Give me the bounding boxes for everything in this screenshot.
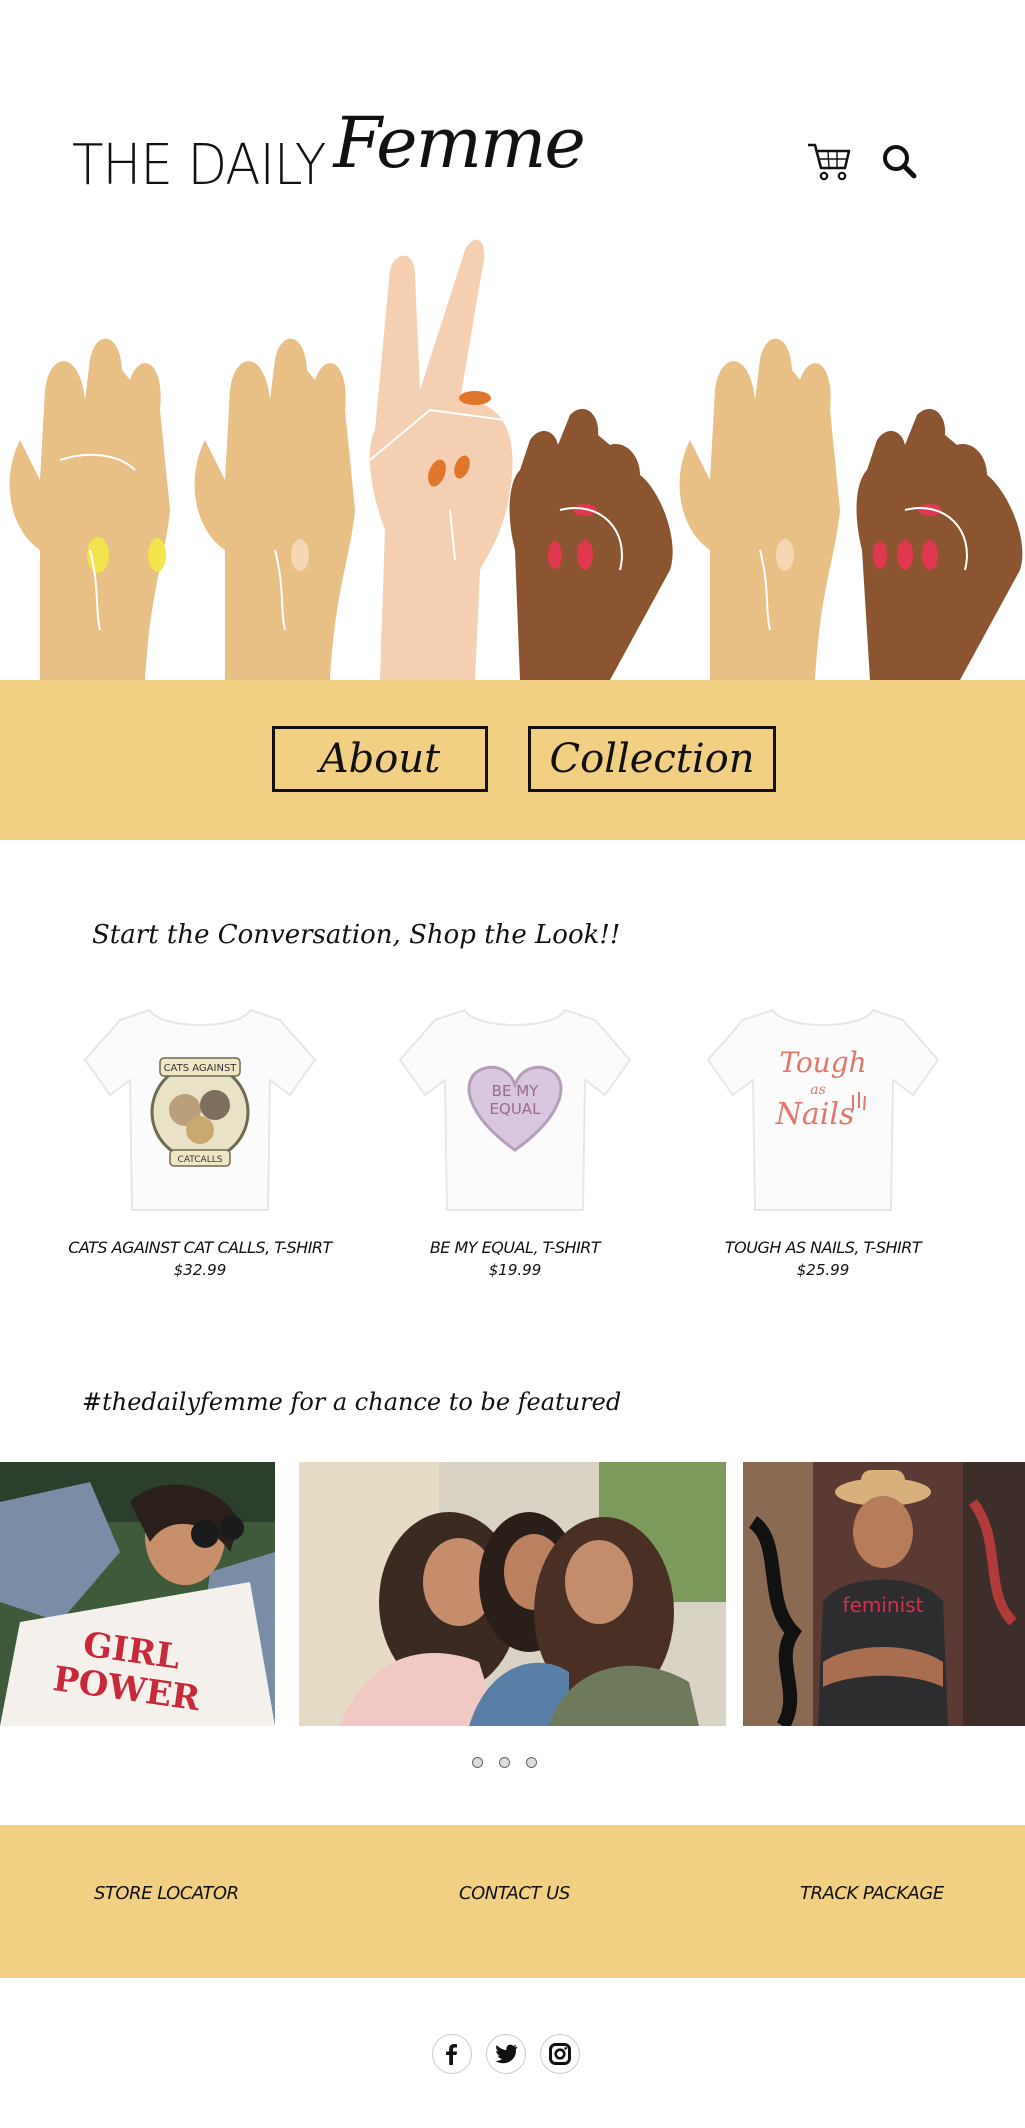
site-header: THE DAILY Femme bbox=[0, 0, 1025, 230]
hero-nav-band bbox=[0, 680, 1025, 840]
community-photo[interactable]: feminist bbox=[743, 1462, 1025, 1726]
logo-main-text: THE DAILY bbox=[72, 133, 326, 198]
product-image[interactable]: CATS AGAINST CATCALLS bbox=[80, 1000, 320, 1220]
raised-fist-illustration bbox=[9, 338, 170, 680]
product-card[interactable]: Tough as Nails TOUGH AS NAILS, T-SHIRT $… bbox=[673, 1000, 973, 1279]
product-card[interactable]: CATS AGAINST CATCALLS CATS AGAINST CAT C… bbox=[50, 1000, 350, 1279]
product-price: $32.99 bbox=[173, 1261, 227, 1279]
product-name[interactable]: TOUGH AS NAILS, T-SHIRT bbox=[673, 1238, 973, 1257]
photo-shirt-text: feminist bbox=[843, 1593, 924, 1617]
product-name[interactable]: CATS AGAINST CAT CALLS, T-SHIRT bbox=[50, 1238, 350, 1257]
community-photo[interactable] bbox=[299, 1462, 726, 1726]
track-package-link[interactable]: TRACK PACKAGE bbox=[800, 1883, 944, 1904]
logo-script-text: Femme bbox=[333, 102, 585, 184]
graphic-text: Nails bbox=[775, 1097, 855, 1132]
hashtag-heading: #thedailyfemme for a chance to be featur… bbox=[82, 1388, 622, 1416]
community-photo[interactable]: GIRL POWER bbox=[0, 1462, 275, 1726]
collection-button[interactable]: Collection bbox=[528, 726, 776, 792]
product-image[interactable]: BE MY EQUAL bbox=[395, 1000, 635, 1220]
contact-us-link[interactable]: CONTACT US bbox=[459, 1883, 570, 1904]
carousel-dot[interactable] bbox=[526, 1757, 537, 1768]
carousel-dot[interactable] bbox=[499, 1757, 510, 1768]
graphic-text: CATCALLS bbox=[178, 1155, 223, 1165]
store-locator-link[interactable]: STORE LOCATOR bbox=[94, 1883, 239, 1904]
product-image[interactable]: Tough as Nails bbox=[703, 1000, 943, 1220]
carousel-dot[interactable] bbox=[472, 1757, 483, 1768]
graphic-text: Tough bbox=[779, 1046, 866, 1079]
raised-fist-illustration bbox=[679, 338, 840, 680]
about-button[interactable]: About bbox=[272, 726, 488, 792]
carousel-dots bbox=[472, 1757, 537, 1768]
facebook-icon[interactable] bbox=[432, 2034, 472, 2074]
raised-fist-illustration bbox=[856, 408, 1023, 680]
raised-fist-illustration bbox=[509, 408, 673, 680]
instagram-icon[interactable] bbox=[540, 2034, 580, 2074]
product-name[interactable]: BE MY EQUAL, T-SHIRT bbox=[365, 1238, 665, 1257]
product-price: $25.99 bbox=[796, 1261, 850, 1279]
twitter-icon[interactable] bbox=[486, 2034, 526, 2074]
graphic-text: EQUAL bbox=[490, 1100, 542, 1118]
search-icon[interactable] bbox=[880, 142, 920, 182]
raised-fist-illustration bbox=[194, 338, 355, 680]
product-card[interactable]: BE MY EQUAL BE MY EQUAL, T-SHIRT $19.99 bbox=[365, 1000, 665, 1279]
site-logo[interactable]: THE DAILY Femme bbox=[72, 102, 586, 218]
shopping-cart-icon[interactable] bbox=[806, 140, 852, 182]
shop-section-title: Start the Conversation, Shop the Look!! bbox=[92, 920, 621, 950]
peace-sign-hand-illustration bbox=[369, 239, 513, 680]
graphic-text: as bbox=[810, 1082, 826, 1098]
hero-illustration bbox=[0, 230, 1025, 680]
graphic-text: CATS AGAINST bbox=[164, 1063, 238, 1074]
product-price: $19.99 bbox=[488, 1261, 542, 1279]
graphic-text: BE MY bbox=[492, 1082, 539, 1100]
